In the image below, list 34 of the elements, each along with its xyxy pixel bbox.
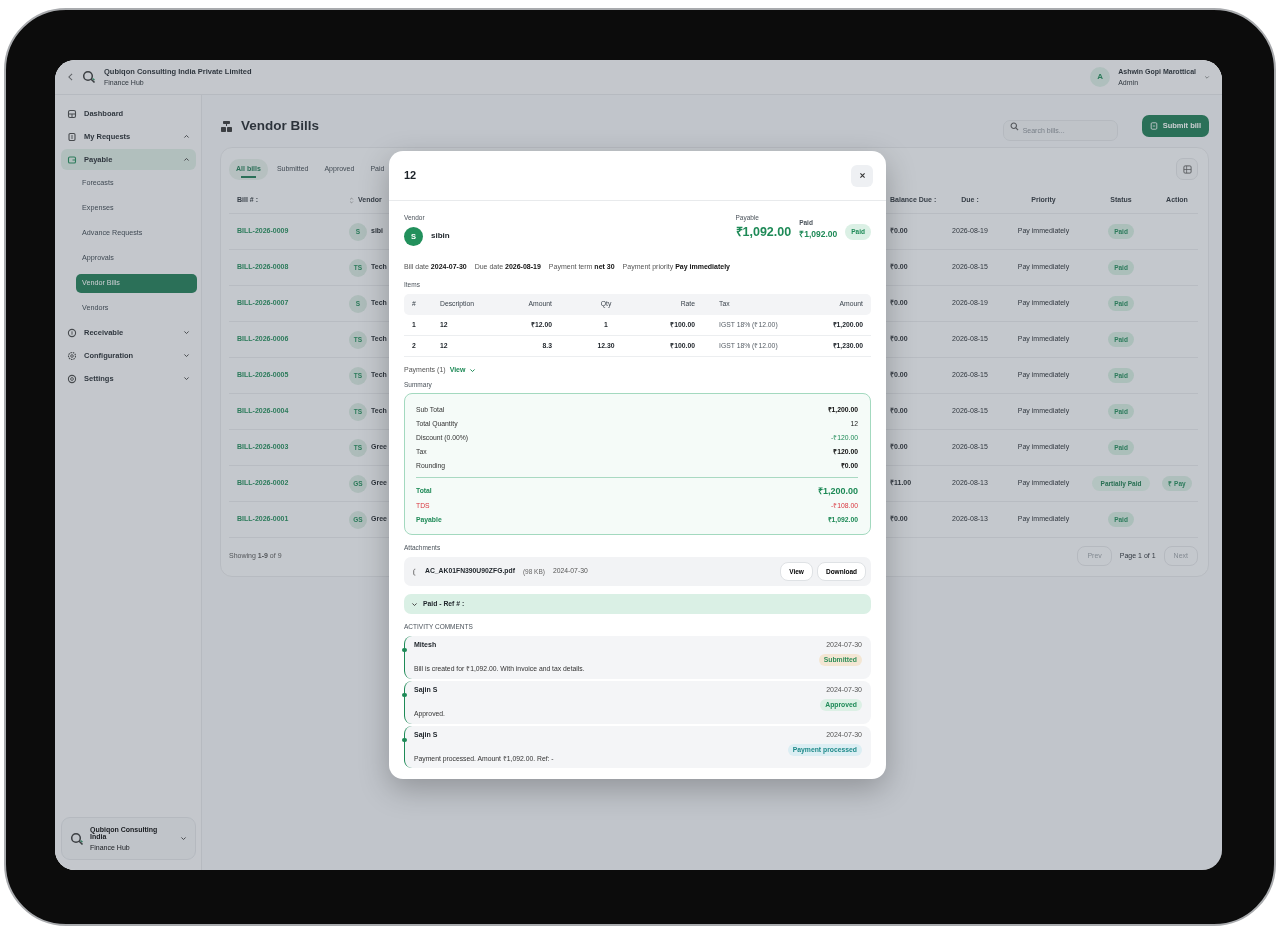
sort-icon[interactable] — [349, 197, 354, 204]
caret-icon[interactable] — [1204, 74, 1210, 80]
chevron-down-icon — [183, 329, 190, 336]
gear-icon — [67, 350, 77, 361]
close-icon — [858, 172, 866, 179]
search-icon — [1009, 121, 1019, 131]
dialog-title: 12 — [404, 168, 417, 184]
summary-value: ₹1,200.00 — [817, 484, 858, 498]
coin-icon — [67, 327, 77, 338]
columns-button[interactable] — [1176, 158, 1198, 180]
file-icon — [1149, 122, 1158, 130]
grid-icon — [67, 108, 77, 119]
logo-icon — [70, 831, 84, 846]
chevron-up-icon — [183, 156, 190, 163]
vendor-name: sibin — [431, 230, 450, 243]
back-icon[interactable] — [67, 73, 74, 81]
vendor-icon — [220, 119, 233, 133]
chevron-down-icon — [469, 366, 477, 374]
paperclip-icon — [412, 567, 417, 576]
chevron-down-icon — [411, 600, 418, 608]
chevron-down-icon — [180, 835, 187, 842]
user-avatar: A — [1090, 67, 1111, 87]
page-title: Vendor Bills — [241, 117, 320, 135]
wallet-icon — [67, 154, 77, 165]
chevron-down-icon — [183, 352, 190, 359]
logo-icon — [82, 70, 96, 84]
payable-amount: ₹1,092.00 — [735, 223, 792, 241]
clipboard-icon — [67, 131, 77, 142]
chevron-down-icon — [183, 375, 190, 382]
chevron-up-icon — [183, 133, 190, 140]
settings-icon — [67, 373, 77, 384]
close-button[interactable] — [851, 164, 873, 187]
columns-icon — [1182, 164, 1192, 174]
paid-amount: ₹1,092.00 — [799, 227, 838, 241]
